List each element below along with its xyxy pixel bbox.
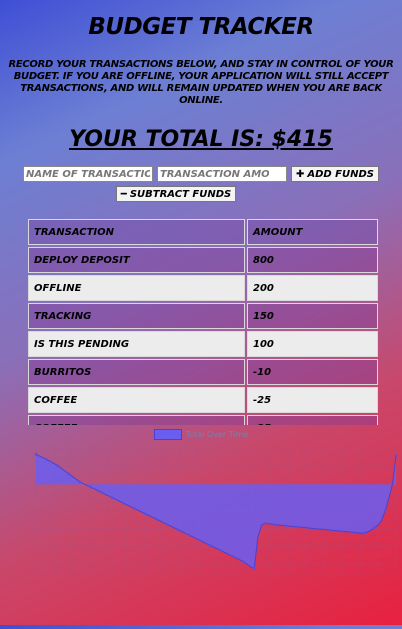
transaction-name: burritos	[28, 359, 245, 385]
data-point	[34, 452, 38, 456]
transaction-name-input[interactable]	[22, 166, 153, 182]
legend-swatch	[153, 429, 182, 440]
header-transaction: Transaction	[28, 219, 245, 245]
data-point	[121, 501, 125, 505]
transaction-name: tracking	[28, 303, 245, 329]
minus-icon: ━	[120, 188, 127, 200]
intro-text: Record your transactions below, and stay…	[8, 59, 394, 106]
data-point	[89, 485, 92, 489]
data-point	[263, 522, 267, 525]
data-point	[45, 458, 49, 462]
transaction-amount: 800	[247, 247, 378, 273]
data-point	[274, 523, 278, 527]
table-row: coffee-25	[28, 387, 378, 413]
data-point	[154, 517, 158, 521]
table-header-row: Transaction Amount	[28, 219, 378, 245]
transaction-amount-input[interactable]	[156, 166, 287, 182]
subtract-funds-label: Subtract Funds	[129, 188, 232, 200]
data-point	[361, 531, 365, 535]
data-point	[78, 480, 82, 484]
transaction-amount: 100	[247, 331, 378, 357]
header-amount: Amount	[247, 219, 378, 245]
data-point	[285, 524, 289, 528]
table-row: coffee-25	[28, 415, 378, 425]
data-point	[100, 491, 103, 494]
total-heading: Your total is: $415	[0, 127, 402, 152]
transactions-table-container[interactable]: Transaction Amount deploy deposit 800 off…	[26, 217, 380, 425]
chart-legend: Total Over Time	[0, 429, 402, 440]
data-point	[67, 472, 71, 476]
transaction-name: coffee	[28, 387, 245, 413]
data-point	[220, 549, 223, 553]
data-point	[56, 464, 60, 468]
page-title: Budget Tracker	[88, 14, 314, 40]
data-point	[318, 527, 322, 531]
transaction-amount: -10	[247, 359, 378, 385]
table-row: tracking 150	[28, 303, 378, 329]
data-point	[372, 526, 376, 530]
data-point	[394, 454, 398, 458]
transaction-name: coffee	[28, 415, 245, 425]
transaction-amount: -25	[247, 387, 378, 413]
data-point	[132, 506, 136, 510]
transactions-table: Transaction Amount deploy deposit 800 off…	[26, 217, 380, 425]
table-row: offline 200	[28, 275, 378, 301]
total-label: Your total is: $415	[69, 127, 333, 152]
table-row: burritos -10	[28, 359, 378, 385]
data-point	[307, 526, 311, 530]
data-point	[383, 509, 387, 513]
transaction-name: offline	[28, 275, 245, 301]
table-row: deploy deposit 800	[28, 247, 378, 273]
data-point	[350, 530, 354, 534]
table-row: is this pending 100	[28, 331, 378, 357]
data-point	[329, 528, 332, 532]
legend-label: Total Over Time	[185, 430, 249, 439]
data-point	[176, 528, 180, 531]
data-point	[110, 496, 114, 500]
data-point	[143, 512, 147, 516]
chart-svg	[34, 448, 398, 574]
data-point	[198, 538, 202, 542]
data-point	[241, 560, 245, 563]
plus-icon: ✚	[295, 168, 305, 180]
total-over-time-chart: Total Over Time	[0, 425, 402, 625]
data-point	[209, 544, 212, 547]
data-point	[187, 533, 191, 537]
transaction-amount: 150	[247, 303, 378, 329]
data-point	[340, 529, 343, 533]
data-point	[252, 567, 256, 570]
subtract-funds-button[interactable]: ━ Subtract Funds	[115, 186, 237, 202]
transaction-name: is this pending	[28, 331, 245, 357]
add-funds-label: Add Funds	[307, 168, 375, 180]
data-point	[165, 522, 169, 526]
transaction-form: ✚ Add Funds ━ Subtract Funds	[0, 166, 402, 202]
transaction-amount: 200	[247, 275, 378, 301]
data-point	[296, 525, 300, 529]
transaction-name: deploy deposit	[28, 247, 245, 273]
data-point	[230, 554, 234, 558]
add-funds-button[interactable]: ✚ Add Funds	[290, 166, 380, 182]
transaction-amount: -25	[247, 415, 378, 425]
